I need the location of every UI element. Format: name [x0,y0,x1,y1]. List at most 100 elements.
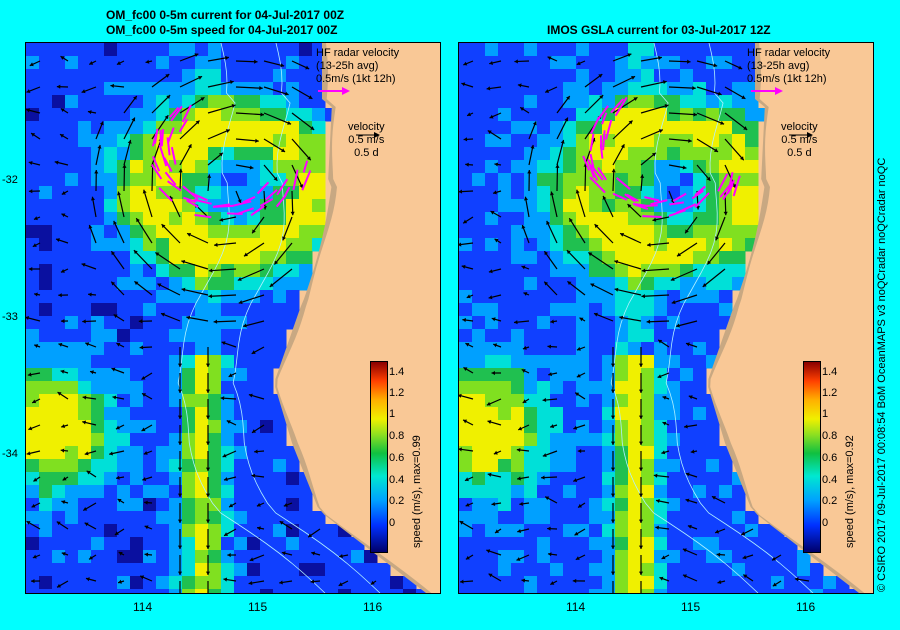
speed-cell [511,433,525,447]
speed-cell [732,576,746,590]
speed-cell [563,316,577,330]
speed-cell [195,576,209,590]
speed-cell [26,329,40,343]
speed-cell [221,134,235,148]
speed-cell [537,433,551,447]
speed-cell [732,511,746,525]
speed-cell [65,485,79,499]
speed-cell [563,134,577,148]
speed-cell [550,355,564,369]
speed-cell [550,134,564,148]
speed-cell [615,264,629,278]
speed-cell [667,563,681,577]
speed-cell [745,147,759,161]
speed-cell [182,173,196,187]
speed-cell [65,173,79,187]
speed-cell [576,82,590,96]
speed-cell [641,173,655,187]
speed-cell [563,368,577,382]
speed-cell [550,381,564,395]
speed-cell [221,576,235,590]
speed-cell [208,95,222,109]
speed-cell [91,303,105,317]
speed-cell [273,524,287,538]
speed-cell [550,524,564,538]
speed-cell [511,355,525,369]
speed-cell [273,199,287,213]
speed-cell [524,589,538,593]
speed-cell [732,550,746,564]
speed-cell [182,446,196,460]
speed-cell [485,589,499,593]
speed-cell [576,459,590,473]
speed-cell [641,537,655,551]
speed-cell [91,589,105,593]
speed-cell [65,550,79,564]
speed-cell [563,446,577,460]
speed-cell [719,264,733,278]
speed-cell [39,524,53,538]
speed-cell [130,43,144,57]
speed-cell [719,95,733,109]
speed-cell [784,576,798,590]
speed-cell [628,251,642,265]
speed-cell [78,329,92,343]
speed-cell [667,56,681,70]
speed-cell [563,472,577,486]
speed-cell [143,433,157,447]
speed-cell [459,316,473,330]
speed-cell [563,550,577,564]
speed-cell [654,69,668,83]
speed-cell [550,238,564,252]
speed-cell [299,134,313,148]
speed-cell [104,433,118,447]
speed-cell [706,511,720,525]
speed-cell [247,121,261,135]
speed-cell [602,225,616,239]
speed-cell [628,160,642,174]
speed-cell [208,56,222,70]
speed-cell [260,563,274,577]
speed-cell [39,173,53,187]
speed-cell [459,69,473,83]
speed-cell [403,589,417,593]
speed-cell [654,446,668,460]
speed-cell [221,563,235,577]
speed-cell [641,407,655,421]
speed-cell [65,433,79,447]
speed-cell [65,56,79,70]
speed-cell [615,381,629,395]
speed-cell [758,524,772,538]
speed-cell [472,82,486,96]
speed-cell [576,329,590,343]
speed-cell [472,329,486,343]
speed-cell [182,524,196,538]
speed-cell [615,212,629,226]
speed-cell [286,550,300,564]
speed-cell [654,498,668,512]
speed-cell [39,485,53,499]
speed-cell [719,290,733,304]
speed-cell [498,186,512,200]
speed-cell [26,251,40,265]
speed-cell [758,563,772,577]
cbar-tick: 1 [822,408,829,420]
speed-cell [91,537,105,551]
speed-cell [641,381,655,395]
speed-cell [576,446,590,460]
speed-cell [472,550,486,564]
speed-cell [299,264,313,278]
speed-cell [273,303,287,317]
speed-cell [52,446,66,460]
speed-cell [641,329,655,343]
speed-cell [550,550,564,564]
speed-cell [511,95,525,109]
speed-cell [78,303,92,317]
speed-cell [26,212,40,226]
speed-cell [156,589,170,593]
speed-cell [459,199,473,213]
speed-cell [65,459,79,473]
speed-cell [104,160,118,174]
speed-cell [472,485,486,499]
speed-cell [208,212,222,226]
